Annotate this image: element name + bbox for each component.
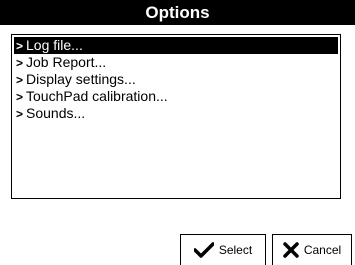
cancel-button[interactable]: Cancel (272, 234, 352, 265)
select-button-label: Select (218, 243, 253, 257)
list-item-log-file[interactable]: > Log file... (14, 37, 338, 54)
chevron-right-icon: > (16, 56, 24, 70)
select-button[interactable]: Select (180, 234, 266, 265)
list-item-display-settings[interactable]: > Display settings... (14, 71, 338, 88)
window-title: Options (0, 0, 355, 25)
list-item-touchpad-calibration[interactable]: > TouchPad calibration... (14, 88, 338, 105)
cancel-button-label: Cancel (303, 243, 342, 257)
chevron-right-icon: > (16, 39, 24, 53)
list-item-label: Display settings... (26, 71, 136, 87)
chevron-right-icon: > (16, 107, 24, 121)
list-item-job-report[interactable]: > Job Report... (14, 54, 338, 71)
list-item-label: Job Report... (26, 54, 107, 70)
list-item-label: Log file... (26, 37, 83, 53)
options-list[interactable]: > Log file... > Job Report... > Display set… (11, 34, 341, 199)
x-icon (283, 242, 299, 258)
chevron-right-icon: > (16, 73, 24, 87)
list-item-label: Sounds... (26, 105, 86, 121)
chevron-right-icon: > (16, 90, 24, 104)
list-item-label: TouchPad calibration... (26, 88, 168, 104)
list-item-sounds[interactable]: > Sounds... (14, 105, 338, 122)
checkmark-icon (193, 242, 214, 258)
